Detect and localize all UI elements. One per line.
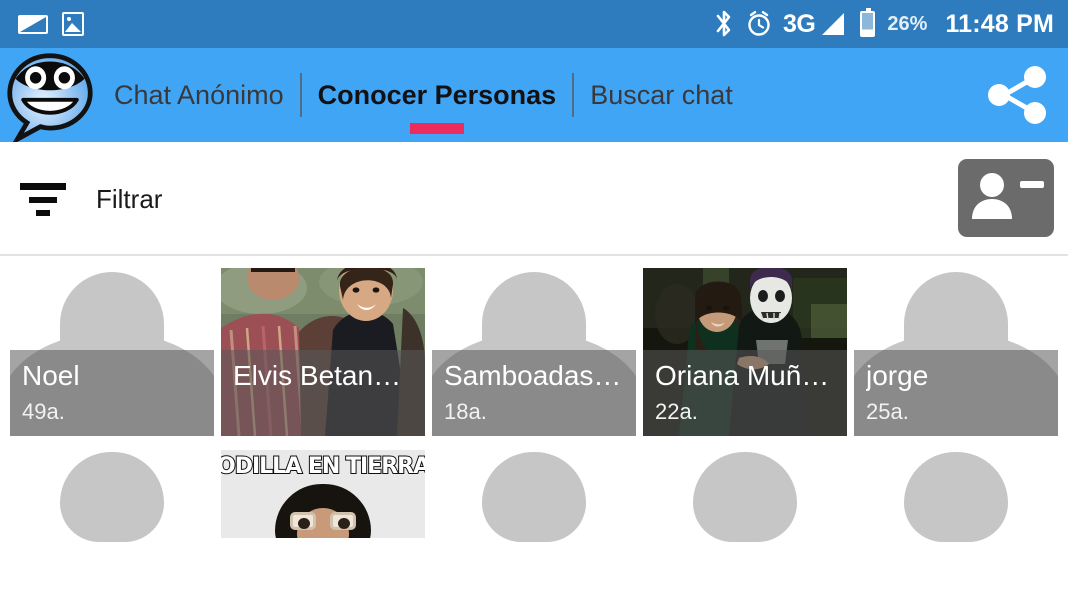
person-card-overlay: Samboadas… 18a.	[432, 350, 636, 436]
person-card[interactable]: Noel 49a.	[10, 268, 214, 436]
person-age: 25a.	[866, 399, 909, 424]
alarm-clock-icon	[748, 11, 770, 36]
app-root: 3G 26% 11:48 PM Chat Anónimo Conocer Per…	[0, 0, 1068, 600]
person-age: 18a.	[444, 399, 487, 424]
tab-conocer-personas[interactable]: Conocer Personas	[302, 48, 573, 142]
person-photo-image: ODILLA EN TIERRA YA	[221, 450, 425, 538]
tab-bar: Chat Anónimo Conocer Personas Buscar cha…	[98, 48, 749, 142]
people-grid-row: ODILLA EN TIERRA YA	[0, 446, 1068, 600]
filter-label: Filtrar	[96, 183, 163, 214]
chat-anonimo-logo	[7, 53, 93, 142]
person-card[interactable]: Oriana Muñ… 22a.	[643, 268, 847, 436]
person-age: 22a.	[655, 399, 698, 424]
clock-label: 11:48 PM	[945, 9, 1054, 38]
person-name: Elvis Betan…	[233, 360, 402, 391]
status-bar: 3G 26% 11:48 PM	[0, 0, 1068, 48]
person-card[interactable]	[854, 446, 1058, 600]
network-type-label: 3G	[783, 9, 816, 38]
person-name: Samboadas…	[444, 360, 622, 391]
person-card-overlay: jorge 25a.	[854, 350, 1058, 436]
person-card[interactable]: Samboadas… 18a.	[432, 268, 636, 436]
filter-bar: Filtrar	[0, 142, 1068, 256]
tab-buscar-chat[interactable]: Buscar chat	[574, 48, 749, 142]
avatar-placeholder-icon	[904, 452, 1008, 542]
app-bar: Chat Anónimo Conocer Personas Buscar cha…	[0, 48, 1068, 142]
bluetooth-icon	[716, 10, 731, 37]
tab-chat-anonimo[interactable]: Chat Anónimo	[98, 48, 300, 142]
avatar-placeholder-icon	[482, 452, 586, 542]
battery-icon	[860, 8, 876, 37]
contact-card-remove-button[interactable]	[958, 159, 1054, 237]
person-card[interactable]: Elvis Betan…	[221, 268, 425, 436]
contact-card-remove-icon	[972, 173, 1044, 219]
battery-notification-icon	[18, 14, 48, 34]
share-icon[interactable]	[980, 64, 1054, 126]
avatar-placeholder-icon	[693, 452, 797, 542]
people-grid-row: Noel 49a. Elvis Betan… Samboadas… 18a. O…	[0, 268, 1068, 436]
avatar-placeholder-icon	[60, 452, 164, 542]
battery-percent-label: 26%	[887, 12, 928, 35]
person-age: 49a.	[22, 399, 65, 424]
person-card[interactable]: ODILLA EN TIERRA YA	[221, 446, 425, 600]
meme-caption: ODILLA EN TIERRA YA	[221, 453, 425, 480]
people-grid: Noel 49a. Elvis Betan… Samboadas… 18a. O…	[0, 258, 1068, 600]
filter-icon	[20, 182, 66, 216]
meme-glasses-icon	[290, 512, 356, 530]
person-name: Noel	[22, 360, 80, 391]
person-card-overlay: Oriana Muñ… 22a.	[643, 350, 847, 436]
status-bar-left-icons	[18, 12, 84, 36]
person-card[interactable]	[643, 446, 847, 600]
person-card-overlay: Noel 49a.	[10, 350, 214, 436]
person-name: jorge	[866, 360, 929, 391]
status-bar-right-icons: 3G 26% 11:48 PM	[713, 8, 1054, 39]
person-name: Oriana Muñ…	[655, 360, 830, 391]
signal-strength-icon	[822, 13, 845, 35]
active-tab-indicator	[409, 123, 464, 134]
person-card[interactable]	[10, 446, 214, 600]
person-card-overlay: Elvis Betan…	[221, 350, 425, 436]
person-card[interactable]: jorge 25a.	[854, 268, 1058, 436]
filter-button[interactable]: Filtrar	[20, 142, 162, 256]
person-card[interactable]	[432, 446, 636, 600]
tab-conocer-personas-label: Conocer Personas	[317, 80, 557, 110]
screenshot-image-icon	[62, 12, 84, 36]
